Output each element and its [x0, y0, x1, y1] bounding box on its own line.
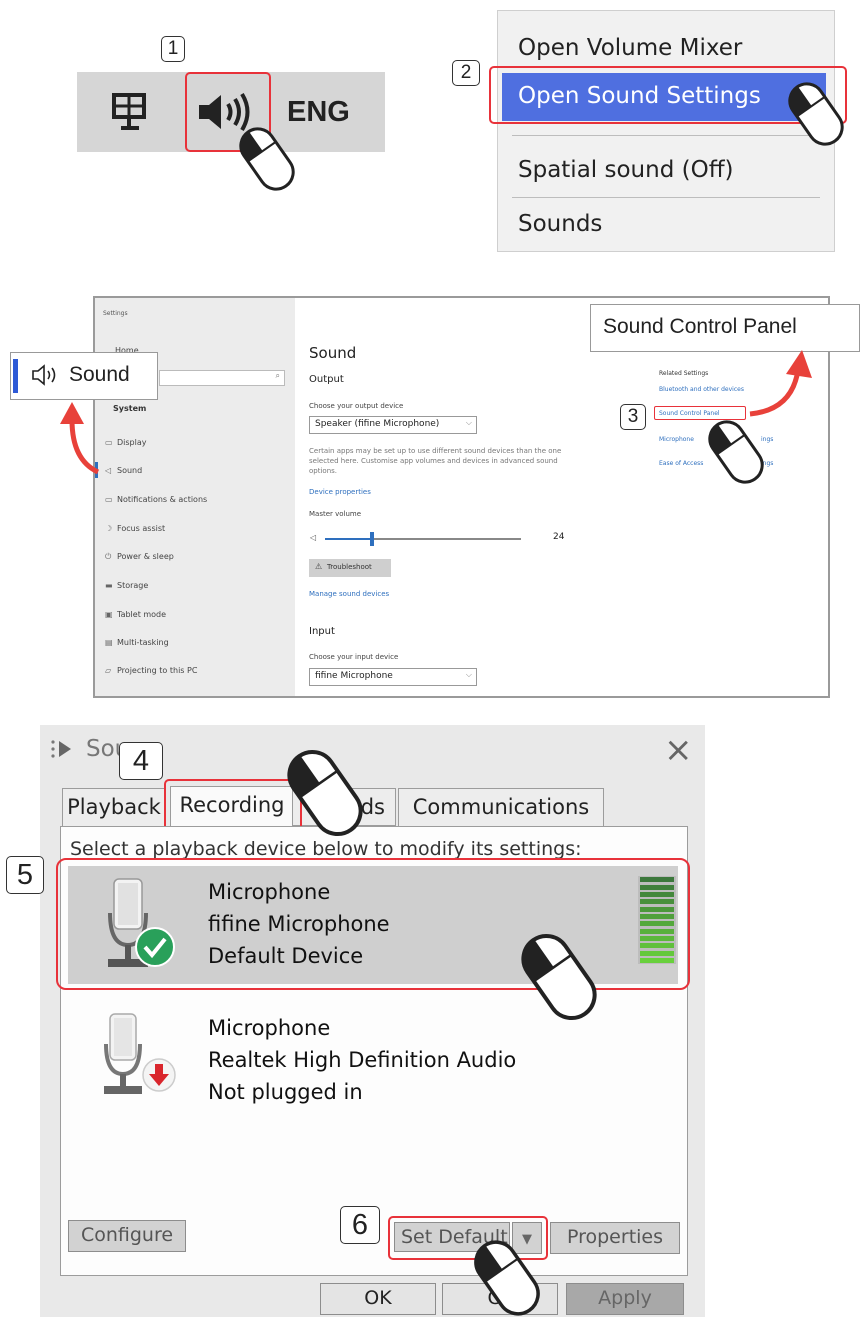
configure-button[interactable]: Configure — [68, 1220, 186, 1252]
choose-input-label: Choose your input device — [309, 653, 399, 661]
volume-value: 24 — [553, 532, 565, 542]
choose-output-label: Choose your output device — [309, 402, 404, 410]
chevron-down-icon: ⌵ — [465, 670, 472, 679]
arrow-to-sound-control-panel-icon — [749, 350, 812, 417]
device-properties-link[interactable]: Device properties — [309, 488, 371, 496]
settings-search-box[interactable]: ⌕ — [159, 370, 285, 386]
sound-callout-label: Sound — [69, 363, 130, 386]
chevron-down-icon: ⌵ — [465, 418, 472, 427]
power-icon: ⏻ — [105, 552, 112, 561]
device-2-model: Realtek High Definition Audio — [208, 1048, 517, 1072]
input-device-select[interactable]: fifine Microphone ⌵ — [309, 668, 477, 686]
nav-sound[interactable]: Sound — [117, 466, 142, 475]
mouse-cursor-icon — [474, 1240, 540, 1316]
related-settings-heading: Related Settings — [659, 370, 709, 377]
menu-separator — [512, 197, 820, 198]
tablet-icon: ▣ — [105, 610, 113, 619]
input-device-value: fifine Microphone — [315, 671, 393, 681]
master-volume-label: Master volume — [309, 510, 362, 518]
bluetooth-link[interactable]: Bluetooth and other devices — [659, 386, 744, 393]
callout-accent — [13, 359, 18, 393]
storage-icon: ▬ — [105, 581, 113, 590]
input-heading: Input — [309, 626, 335, 637]
close-icon[interactable]: × — [664, 730, 693, 770]
volume-slider-track[interactable] — [325, 532, 521, 546]
ease-of-access-link[interactable]: Ease of Access — [659, 460, 703, 467]
sound-callout: Sound — [10, 352, 158, 400]
speaker-icon — [31, 363, 61, 391]
menu-item-spatial-sound[interactable]: Spatial sound (Off) — [518, 157, 734, 183]
volume-slider-fill — [325, 538, 373, 540]
nav-system-heading: System — [113, 404, 147, 413]
volume-icon: ◁ — [310, 533, 317, 542]
step-1-badge: 1 — [161, 36, 185, 62]
mouse-cursor-icon — [521, 933, 597, 1021]
sound-control-panel-callout-label: Sound Control Panel — [603, 315, 797, 338]
monitor-icon[interactable] — [111, 92, 151, 136]
troubleshoot-button[interactable]: ⚠ Troubleshoot — [309, 559, 391, 577]
mouse-cursor-icon — [239, 127, 295, 191]
output-device-value: Speaker (fifine Microphone) — [315, 419, 440, 429]
nav-storage[interactable]: Storage — [117, 581, 148, 590]
step-2-badge: 2 — [452, 60, 480, 86]
menu-separator — [512, 135, 820, 136]
step-6-badge: 6 — [340, 1206, 380, 1244]
output-note: Certain apps may be set up to use differ… — [309, 447, 562, 475]
sound-control-panel-callout: Sound Control Panel — [590, 304, 860, 352]
nav-power-sleep[interactable]: Power & sleep — [117, 552, 174, 561]
apply-button[interactable]: Apply — [566, 1283, 684, 1315]
mouse-cursor-icon — [287, 749, 363, 837]
warning-icon: ⚠ — [315, 562, 323, 571]
step-3-badge: 3 — [620, 404, 646, 430]
focus-assist-icon: ☽ — [105, 524, 113, 533]
troubleshoot-label: Troubleshoot — [327, 563, 372, 571]
settings-window: Settings Home ⌕ System ▭ Display ◁ Sound… — [93, 296, 830, 698]
ok-button[interactable]: OK — [320, 1283, 436, 1315]
properties-button[interactable]: Properties — [550, 1222, 680, 1254]
nav-focus-assist[interactable]: Focus assist — [117, 524, 165, 533]
volume-slider-thumb[interactable] — [370, 532, 375, 546]
step-5-badge: 5 — [6, 856, 44, 894]
mouse-cursor-icon — [788, 82, 844, 146]
device-2-status: Not plugged in — [208, 1080, 363, 1104]
manage-sound-devices-link[interactable]: Manage sound devices — [309, 590, 389, 598]
output-device-select[interactable]: Speaker (fifine Microphone) ⌵ — [309, 416, 477, 434]
output-heading: Output — [309, 374, 344, 385]
sound-page-title: Sound — [309, 344, 357, 362]
mouse-cursor-icon — [708, 420, 764, 484]
sound-app-icon — [50, 738, 74, 764]
menu-item-sounds[interactable]: Sounds — [518, 211, 602, 237]
tab-playback[interactable]: Playback — [62, 788, 166, 828]
microphone-privacy-link[interactable]: Microphone — [659, 436, 694, 443]
search-icon: ⌕ — [275, 371, 280, 380]
unplugged-icon — [140, 1056, 178, 1098]
nav-projecting[interactable]: Projecting to this PC — [117, 666, 197, 675]
tray-context-menu: Open Volume Mixer Open Sound Settings Sp… — [497, 10, 835, 252]
nav-multitasking[interactable]: Multi-tasking — [117, 638, 169, 647]
step-4-badge: 4 — [119, 742, 163, 780]
tab-communications[interactable]: Communications — [398, 788, 604, 828]
multitasking-icon: ▤ — [105, 638, 113, 647]
projecting-icon: ▱ — [105, 666, 112, 675]
nav-display[interactable]: Display — [117, 438, 147, 447]
settings-window-title: Settings — [103, 310, 128, 317]
nav-notifications[interactable]: Notifications & actions — [117, 495, 207, 504]
nav-tablet-mode[interactable]: Tablet mode — [117, 610, 166, 619]
arrow-to-sound-icon — [60, 402, 100, 475]
notifications-icon: ▭ — [105, 495, 113, 504]
menu-item-volume-mixer[interactable]: Open Volume Mixer — [518, 35, 742, 61]
device-2-name: Microphone — [208, 1016, 331, 1040]
